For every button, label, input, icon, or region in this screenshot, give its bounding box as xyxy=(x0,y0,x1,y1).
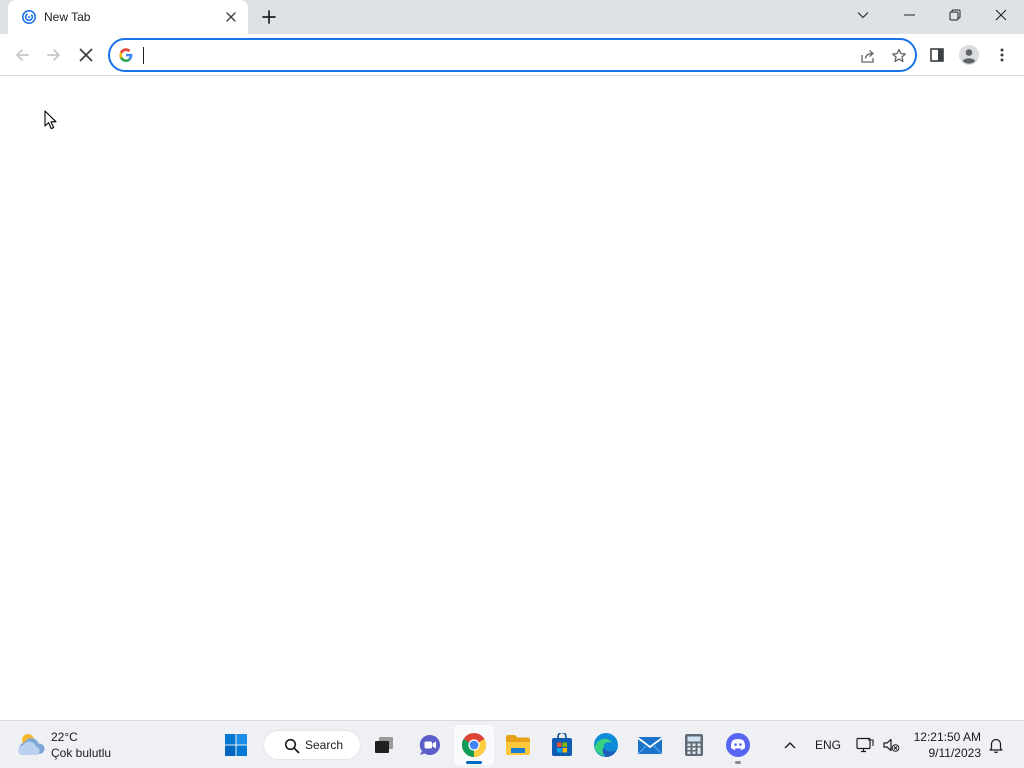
loading-favicon-icon xyxy=(21,9,37,25)
search-icon xyxy=(284,738,300,754)
chat-camera-icon xyxy=(419,734,440,755)
chrome-icon xyxy=(461,733,487,757)
browser-toolbar xyxy=(0,34,1024,76)
network-monitor-icon xyxy=(856,737,874,753)
edge-button[interactable] xyxy=(586,725,626,765)
tab-search-button[interactable] xyxy=(840,0,886,30)
language-indicator[interactable]: ENG xyxy=(810,729,846,761)
stop-loading-button[interactable] xyxy=(72,41,100,69)
restore-button[interactable] xyxy=(932,0,978,30)
calculator-icon xyxy=(685,734,703,756)
weather-temperature[interactable]: 22°C xyxy=(51,730,78,744)
tab-new-tab[interactable]: New Tab xyxy=(8,0,248,34)
back-arrow-icon xyxy=(16,49,29,61)
taskbar-search-button[interactable]: Search xyxy=(263,730,361,760)
task-view-button[interactable] xyxy=(364,725,404,765)
speaker-muted-icon xyxy=(883,738,900,752)
chrome-menu-button[interactable] xyxy=(988,41,1016,69)
close-window-button[interactable] xyxy=(978,0,1024,30)
running-indicator xyxy=(735,761,741,764)
back-button[interactable] xyxy=(8,41,36,69)
volume-button[interactable] xyxy=(880,729,902,761)
address-bar[interactable] xyxy=(108,38,917,72)
side-panel-icon xyxy=(930,48,944,62)
profile-avatar-icon xyxy=(959,45,979,65)
share-icon xyxy=(861,50,874,63)
forward-button[interactable] xyxy=(40,41,68,69)
forward-arrow-icon xyxy=(47,49,60,61)
chat-button[interactable] xyxy=(410,725,450,765)
screen: New Tab 22°C Çok bulutlu Search ENG 12:2… xyxy=(0,0,1024,768)
restore-icon xyxy=(949,9,961,21)
close-icon xyxy=(995,9,1007,21)
taskbar: 22°C Çok bulutlu Search ENG 12:21:50 AM … xyxy=(0,720,1024,768)
bookmark-button[interactable] xyxy=(887,44,911,68)
profile-button[interactable] xyxy=(955,41,983,69)
plus-icon xyxy=(262,10,276,24)
tab-strip: New Tab xyxy=(0,0,1024,34)
clock-time[interactable]: 12:21:50 AM xyxy=(914,730,981,744)
windows-logo-icon xyxy=(225,734,247,756)
mail-icon xyxy=(637,737,663,755)
chevron-down-icon xyxy=(857,12,869,19)
language-label: ENG xyxy=(814,738,841,752)
weather-cloud-icon[interactable] xyxy=(15,730,47,758)
microsoft-store-button[interactable] xyxy=(542,725,582,765)
minimize-icon xyxy=(903,14,915,16)
google-g-icon xyxy=(119,48,133,62)
minimize-button[interactable] xyxy=(886,0,932,30)
side-panel-button[interactable] xyxy=(923,41,951,69)
network-status-button[interactable] xyxy=(854,729,876,761)
discord-button[interactable] xyxy=(718,725,758,765)
kebab-menu-icon xyxy=(1000,48,1004,62)
notifications-button[interactable] xyxy=(986,729,1006,761)
close-tab-icon[interactable] xyxy=(223,9,239,25)
chrome-taskbar-button[interactable] xyxy=(454,725,494,765)
tab-title: New Tab xyxy=(44,10,91,24)
mail-button[interactable] xyxy=(630,725,670,765)
edge-icon xyxy=(594,733,618,757)
active-indicator xyxy=(466,761,482,764)
show-hidden-icons-button[interactable] xyxy=(778,729,802,761)
new-tab-button[interactable] xyxy=(257,5,281,29)
start-button[interactable] xyxy=(216,725,256,765)
store-icon xyxy=(552,733,572,756)
calculator-button[interactable] xyxy=(674,725,714,765)
folder-icon xyxy=(506,735,530,755)
bell-icon xyxy=(989,738,1003,753)
discord-icon xyxy=(726,733,750,757)
clock-date[interactable]: 9/11/2023 xyxy=(929,746,982,760)
weather-condition[interactable]: Çok bulutlu xyxy=(51,746,111,760)
stop-x-icon xyxy=(79,48,93,62)
mouse-pointer-icon xyxy=(44,110,58,130)
page-content xyxy=(0,77,1024,719)
task-view-icon xyxy=(375,737,393,753)
address-input[interactable] xyxy=(143,44,843,66)
file-explorer-button[interactable] xyxy=(498,725,538,765)
search-label: Search xyxy=(305,738,344,752)
share-button[interactable] xyxy=(856,44,880,68)
star-icon xyxy=(892,48,906,63)
chevron-up-icon xyxy=(784,742,796,749)
